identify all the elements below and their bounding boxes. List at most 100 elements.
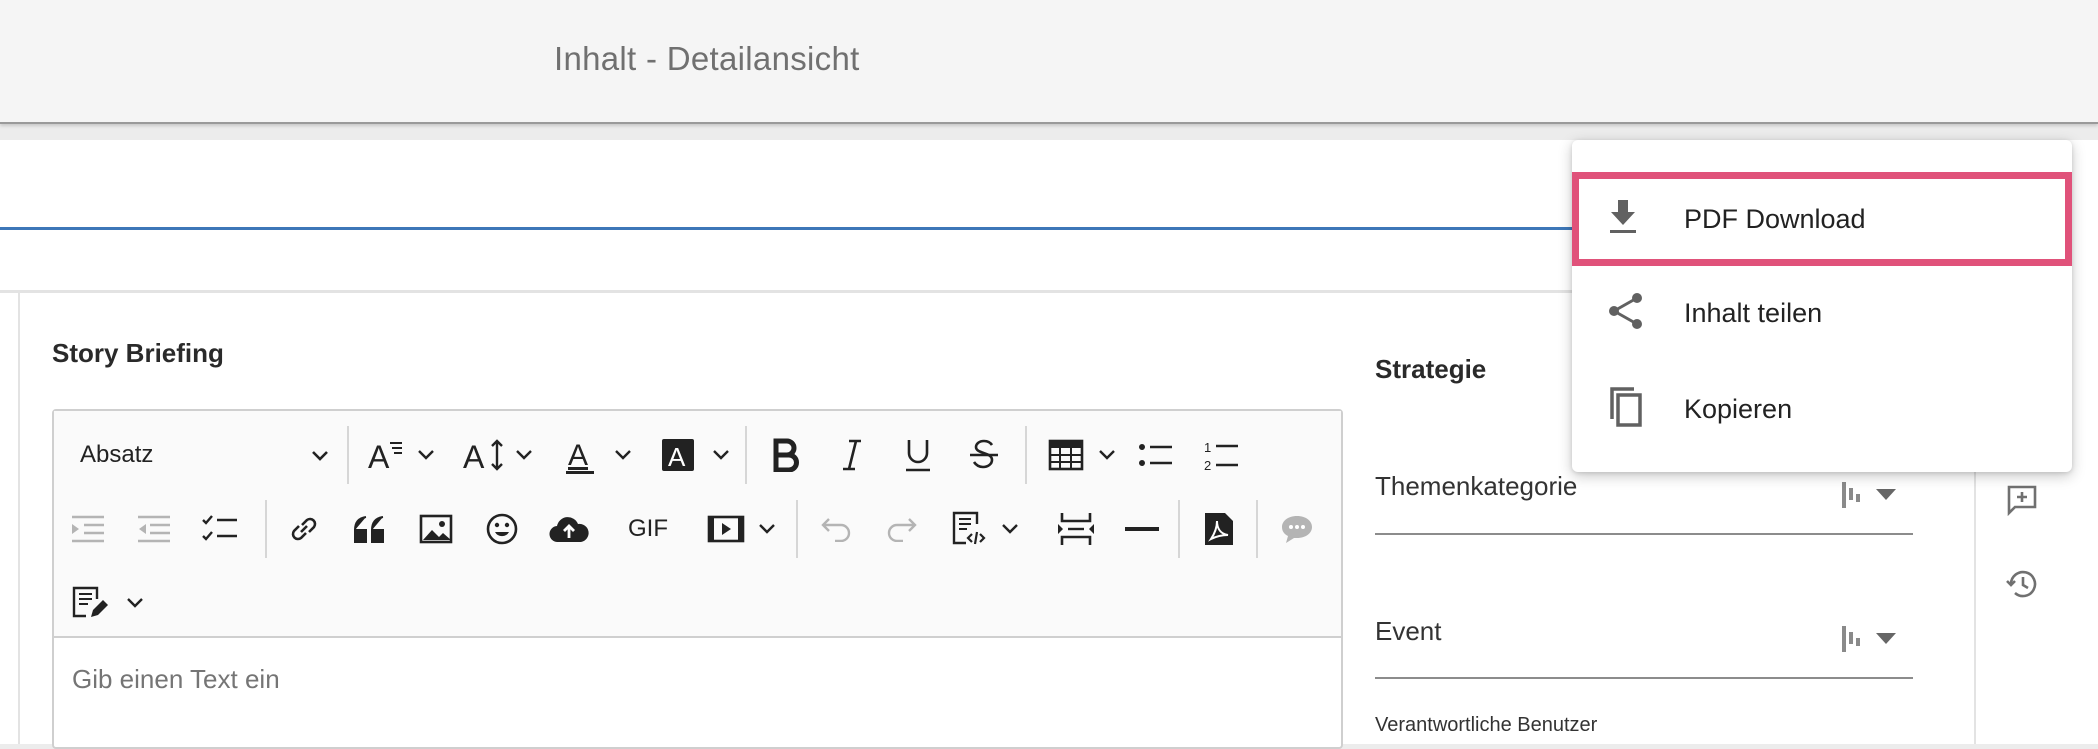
toolbar-separator (745, 426, 747, 484)
svg-text:A: A (368, 439, 390, 475)
field-underline (1375, 677, 1913, 679)
bold-button[interactable] (764, 433, 808, 477)
copy-icon (1606, 385, 1646, 434)
link-icon (291, 517, 317, 541)
indent-button[interactable] (132, 507, 176, 551)
table-icon (1048, 439, 1084, 471)
comment-button[interactable] (1275, 507, 1319, 551)
blockquote-button[interactable] (348, 507, 392, 551)
bulleted-list-button[interactable] (1134, 433, 1178, 477)
toolbar-separator (1025, 426, 1027, 484)
dropdown-arrow-icon (1876, 489, 1896, 500)
hierarchy-icon (1842, 626, 1860, 652)
menu-item-label: Inhalt teilen (1684, 297, 1823, 328)
paragraph-style-select[interactable]: Absatz (68, 429, 340, 481)
toolbar-separator (265, 500, 267, 558)
divider (1974, 440, 1976, 744)
toolbar-separator (347, 426, 349, 484)
editor-toolbar: Absatz A A A A 1 2 GIF (54, 411, 1341, 638)
comment-icon (1282, 516, 1312, 543)
hierarchy-icon (1842, 482, 1860, 508)
text-part-button[interactable] (68, 581, 112, 625)
add-comment-icon (2007, 485, 2037, 517)
redo-button[interactable] (880, 507, 924, 551)
blockquote-icon (354, 516, 384, 543)
themenkategorie-field-controls[interactable] (1840, 480, 1896, 510)
chevron-down-icon[interactable] (614, 447, 632, 463)
undo-button[interactable] (814, 507, 858, 551)
undo-icon (821, 518, 851, 542)
bulleted-list-icon (1139, 444, 1172, 466)
underline-icon (906, 440, 930, 472)
download-icon (1606, 198, 1640, 241)
chevron-down-icon[interactable] (126, 595, 144, 611)
underline-button[interactable] (896, 433, 940, 477)
field-underline (1375, 533, 1913, 535)
font-style-icon: A (368, 439, 402, 475)
chevron-down-icon[interactable] (758, 521, 776, 537)
horizontal-line-icon (1125, 527, 1159, 531)
paragraph-style-value: Absatz (80, 441, 154, 468)
chevron-down-icon[interactable] (1098, 447, 1116, 463)
image-button[interactable] (414, 507, 458, 551)
toolbar-separator (1256, 500, 1258, 558)
gif-icon: GIF (628, 515, 668, 542)
text-part-icon (72, 586, 108, 618)
upload-button[interactable] (544, 507, 594, 551)
image-icon (419, 514, 453, 544)
svg-text:A: A (568, 439, 588, 472)
italic-button[interactable] (830, 433, 874, 477)
toolbar-separator (1178, 500, 1180, 558)
italic-icon (843, 439, 861, 471)
active-tab-indicator (0, 227, 1575, 230)
chevron-down-icon[interactable] (417, 447, 435, 463)
add-comment-button[interactable] (2006, 484, 2038, 521)
field-label-event: Event (1375, 616, 1442, 646)
dropdown-arrow-icon (1876, 633, 1896, 644)
media-embed-button[interactable] (704, 507, 748, 551)
emoji-button[interactable] (480, 507, 524, 551)
outdent-icon (72, 515, 104, 543)
outdent-button[interactable] (66, 507, 110, 551)
table-button[interactable] (1044, 433, 1088, 477)
menu-item-pdf-download[interactable]: PDF Download (1572, 172, 2072, 266)
app-header: Inhalt - Detailansicht (0, 0, 2098, 124)
bold-icon (773, 438, 799, 472)
history-icon (2006, 570, 2037, 598)
link-button[interactable] (282, 507, 326, 551)
menu-item-share[interactable]: Inhalt teilen (1572, 266, 2072, 360)
numbered-list-button[interactable]: 12 (1200, 433, 1244, 477)
divider (18, 293, 20, 744)
event-field-controls[interactable] (1840, 624, 1896, 654)
history-button[interactable] (2006, 568, 2038, 605)
chevron-down-icon[interactable] (712, 447, 730, 463)
menu-item-label: Kopieren (1684, 393, 1793, 424)
pdf-icon (1205, 513, 1233, 545)
font-color-button[interactable]: A (560, 431, 600, 479)
numbered-list-icon: 12 (1204, 440, 1238, 472)
horizontal-line-button[interactable] (1120, 507, 1164, 551)
chevron-down-icon[interactable] (515, 447, 533, 463)
responsible-users-label: Verantwortliche Benutzer (1375, 714, 1598, 736)
page-break-button[interactable] (1054, 507, 1098, 551)
rich-text-editor: Absatz A A A A 1 2 GIF Gib einen Text ei… (52, 409, 1343, 749)
todo-list-button[interactable] (198, 507, 242, 551)
gif-button[interactable]: GIF (619, 507, 677, 551)
strikethrough-icon (970, 439, 998, 469)
share-icon (1606, 291, 1646, 336)
menu-item-label: PDF Download (1684, 203, 1866, 234)
svg-text:1: 1 (1204, 440, 1211, 455)
editor-placeholder[interactable]: Gib einen Text ein (72, 664, 280, 695)
svg-text:A: A (463, 439, 485, 475)
font-size-button[interactable]: A (460, 433, 508, 477)
menu-item-copy[interactable]: Kopieren (1572, 362, 2072, 456)
chevron-down-icon[interactable] (1001, 521, 1019, 537)
svg-text:A: A (668, 442, 686, 472)
font-style-button[interactable]: A (364, 433, 408, 477)
emoji-icon (486, 513, 518, 545)
pdf-button[interactable] (1197, 507, 1241, 551)
font-background-button[interactable]: A (658, 433, 698, 477)
source-editing-button[interactable] (947, 507, 991, 551)
toolbar-separator (796, 500, 798, 558)
strikethrough-button[interactable] (962, 433, 1006, 477)
